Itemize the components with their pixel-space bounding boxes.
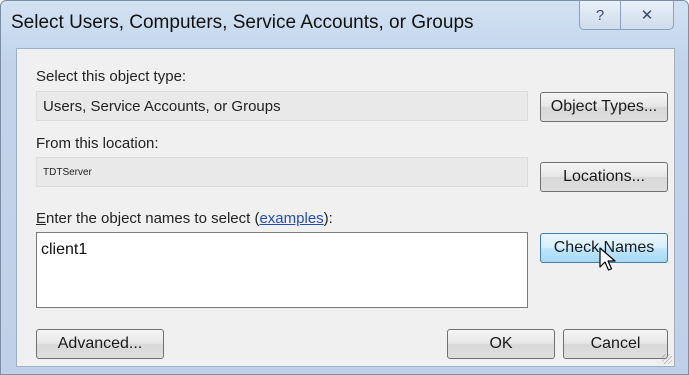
help-icon: ?	[595, 6, 605, 24]
dialog-body: Select this object type: Users, Service …	[16, 48, 675, 367]
help-button[interactable]: ?	[579, 1, 621, 30]
object-type-field: Users, Service Accounts, or Groups	[36, 91, 528, 121]
resize-grip[interactable]	[662, 354, 672, 364]
caption-buttons: ? ✕	[579, 1, 674, 31]
object-types-button[interactable]: Object Types...	[540, 92, 668, 122]
names-label-suffix: ):	[323, 210, 333, 227]
dialog-window: Select Users, Computers, Service Account…	[0, 0, 689, 375]
cancel-button[interactable]: Cancel	[563, 329, 668, 359]
object-type-label: Select this object type:	[36, 68, 187, 85]
examples-link[interactable]: examples	[259, 210, 323, 227]
names-label-accelerator: E	[36, 210, 47, 227]
mouse-cursor-icon	[599, 247, 616, 271]
close-button[interactable]: ✕	[621, 1, 674, 30]
names-label: Enter the object names to select (exampl…	[36, 210, 333, 227]
close-icon: ✕	[640, 7, 654, 24]
names-label-text: nter the object names to select (	[46, 210, 260, 227]
location-label: From this location:	[36, 135, 159, 152]
ok-button[interactable]: OK	[447, 329, 555, 359]
object-names-input[interactable]: client1	[36, 232, 528, 308]
location-field: TDTServer	[36, 157, 528, 187]
locations-button[interactable]: Locations...	[540, 162, 668, 192]
advanced-button[interactable]: Advanced...	[36, 329, 164, 359]
dialog-title: Select Users, Computers, Service Account…	[11, 12, 474, 33]
